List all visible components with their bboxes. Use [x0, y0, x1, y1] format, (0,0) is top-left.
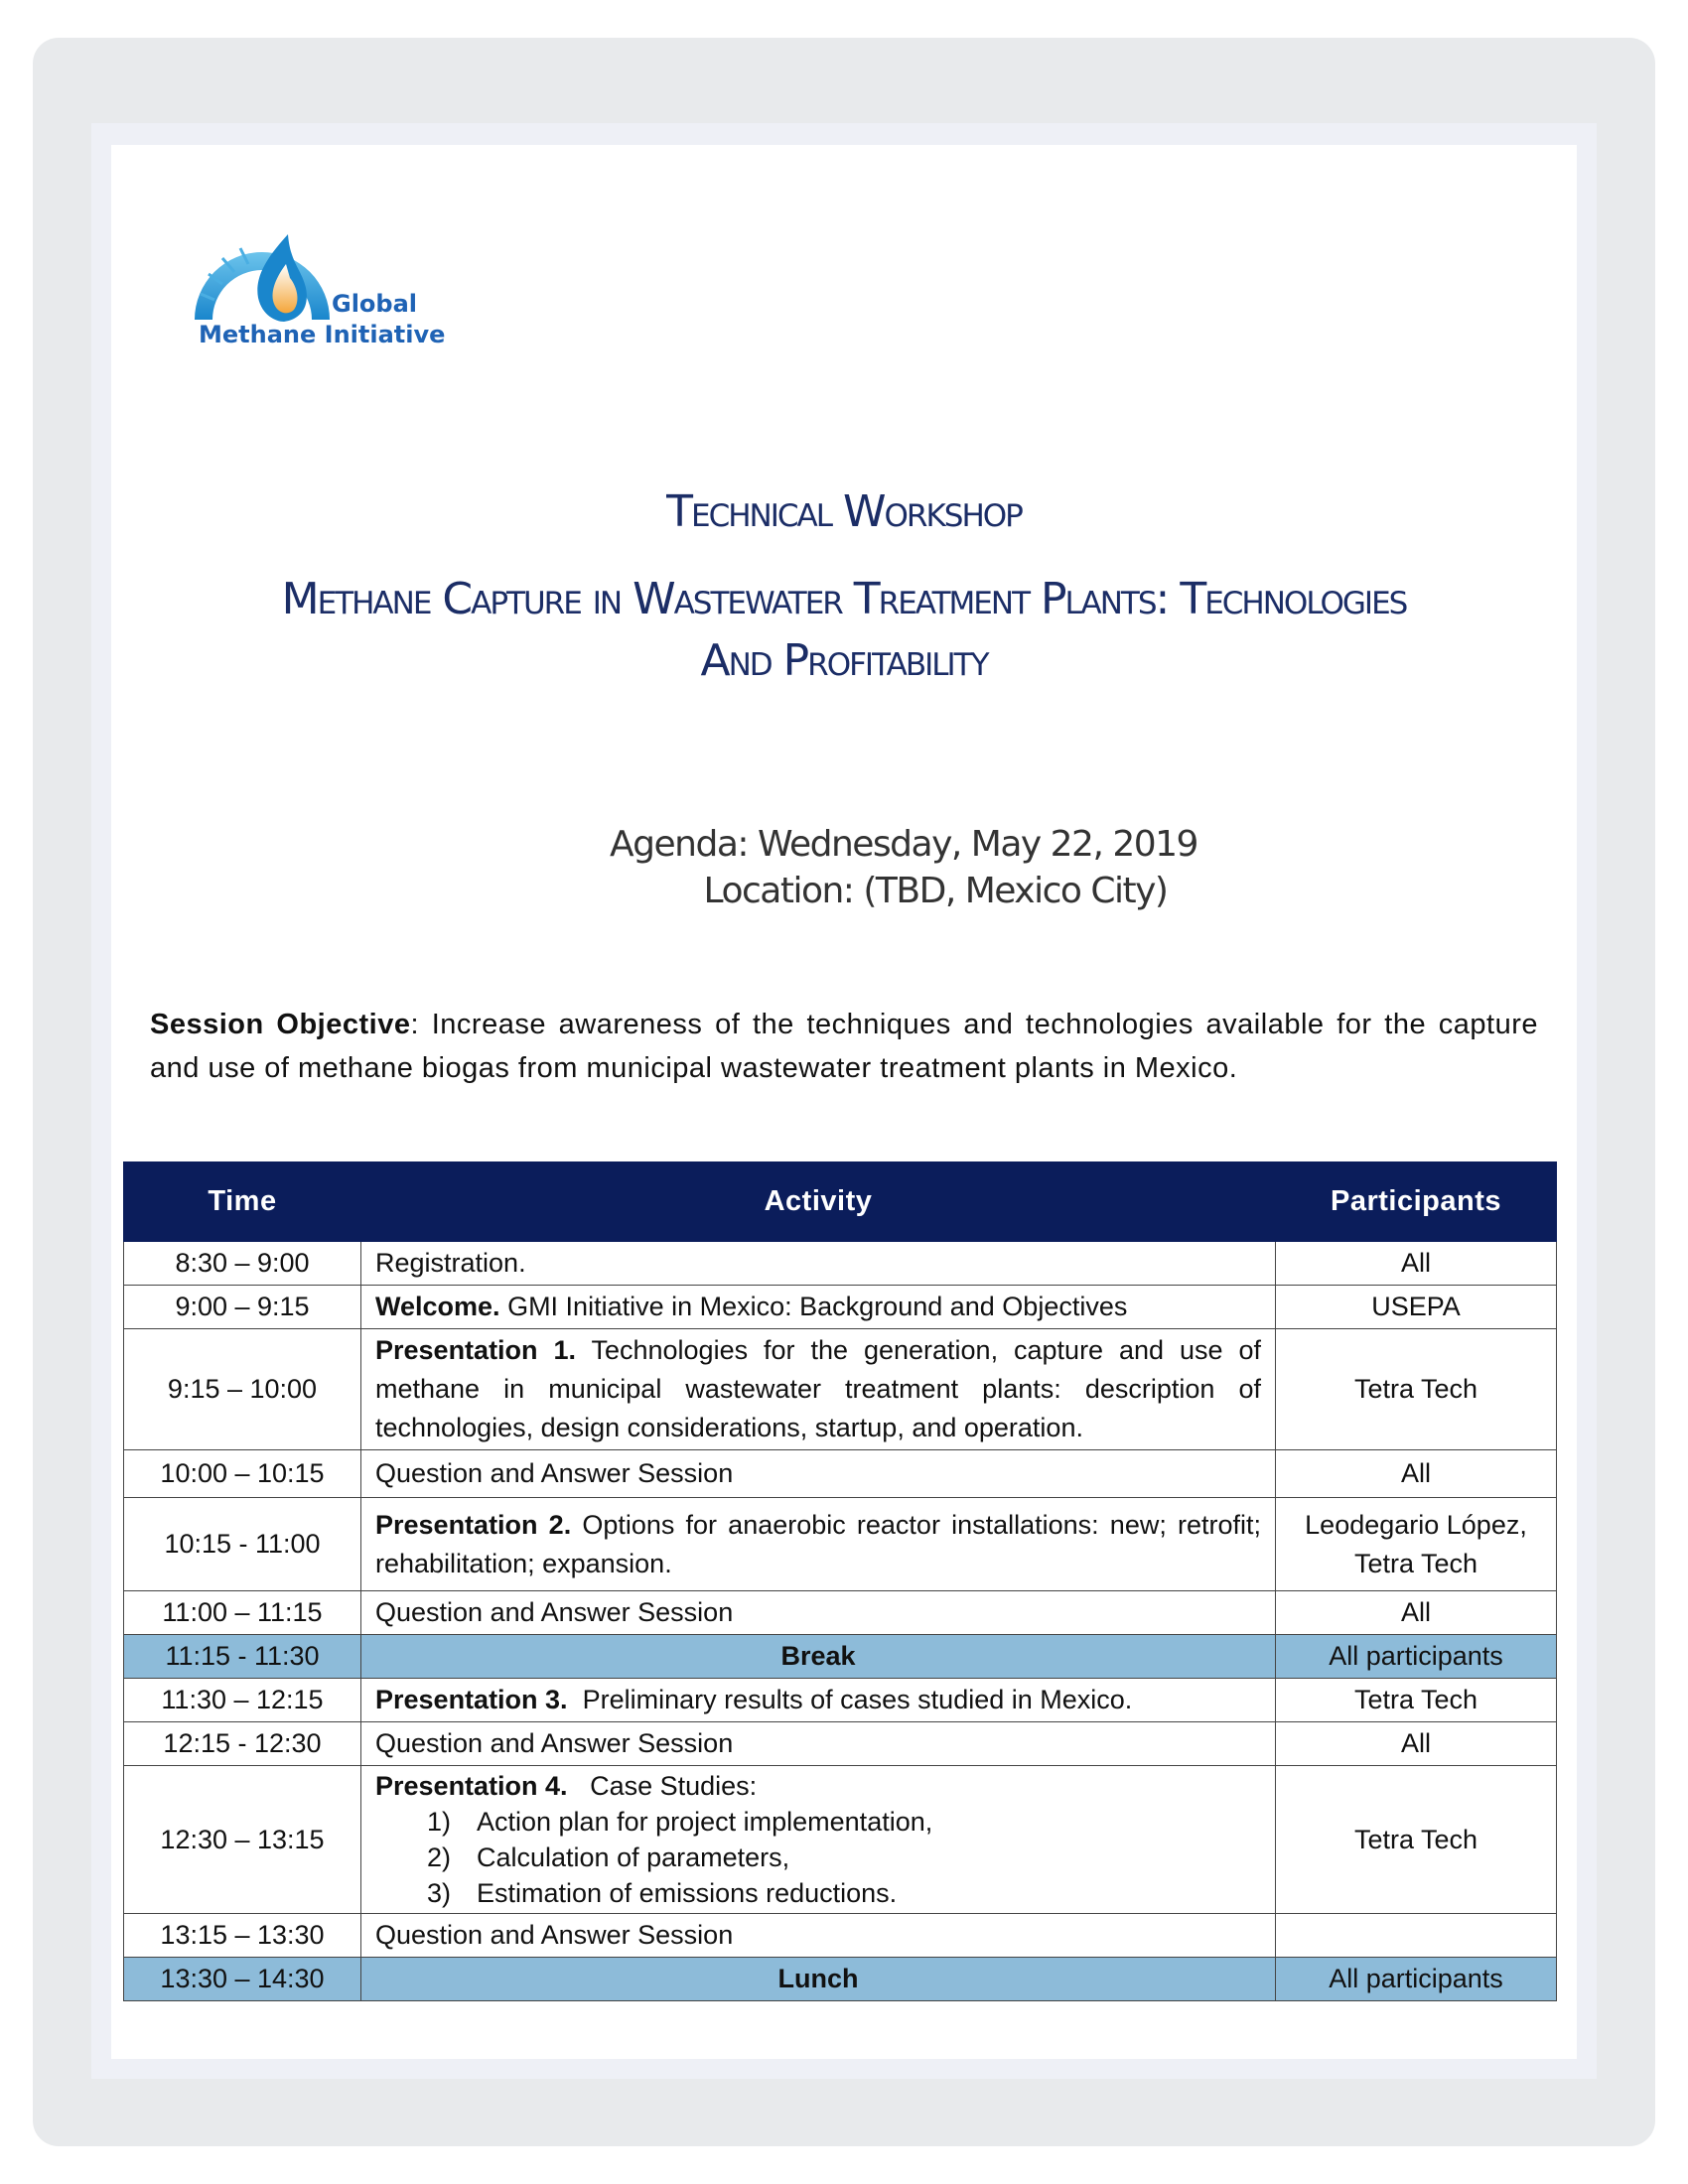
- table-row-lunch: 13:30 – 14:30 Lunch All participants: [123, 1957, 1557, 2001]
- row-time: 13:15 – 13:30: [123, 1913, 361, 1958]
- agenda-table: Time Activity Participants 8:30 – 9:00 R…: [123, 1161, 1557, 2001]
- row-participants: [1275, 1913, 1557, 1958]
- logo-text-global: Global: [332, 290, 418, 318]
- row-activity: Welcome. GMI Initiative in Mexico: Backg…: [360, 1285, 1276, 1329]
- session-objective-label: Session Objective: [150, 1009, 411, 1040]
- row-activity: Question and Answer Session: [360, 1721, 1276, 1766]
- table-row: 11:30 – 12:15 Presentation 3. Preliminar…: [123, 1678, 1557, 1722]
- row-activity: Question and Answer Session: [360, 1449, 1276, 1498]
- row-activity-label: Presentation 4.: [375, 1771, 568, 1801]
- row-time: 11:00 – 11:15: [123, 1590, 361, 1635]
- row-participants: All: [1275, 1721, 1557, 1766]
- row-time: 9:00 – 9:15: [123, 1285, 361, 1329]
- row-activity-text: Case Studies:: [567, 1771, 758, 1801]
- row-activity: Registration.: [360, 1241, 1276, 1286]
- row-participants: All: [1275, 1449, 1557, 1498]
- row-time: 12:30 – 13:15: [123, 1765, 361, 1914]
- row-activity-text: Preliminary results of cases studied in …: [567, 1685, 1133, 1714]
- row-time: 10:15 - 11:00: [123, 1497, 361, 1591]
- table-row: 12:30 – 13:15 Presentation 4. Case Studi…: [123, 1765, 1557, 1914]
- row-participants: USEPA: [1275, 1285, 1557, 1329]
- workshop-title: Technical Workshop: [666, 486, 1024, 537]
- header-activity: Activity: [360, 1161, 1276, 1242]
- row-participants: Tetra Tech: [1275, 1328, 1557, 1450]
- row-participants: All: [1275, 1590, 1557, 1635]
- row-activity: Presentation 4. Case Studies: 1) Action p…: [360, 1765, 1276, 1914]
- case-study-list: 1) Action plan for project implementation…: [375, 1804, 1261, 1911]
- row-time: 8:30 – 9:00: [123, 1241, 361, 1286]
- row-participants: Leodegario López, Tetra Tech: [1275, 1497, 1557, 1591]
- row-activity-label: Presentation 3.: [375, 1685, 568, 1714]
- table-header-row: Time Activity Participants: [123, 1161, 1557, 1242]
- table-row: 9:00 – 9:15 Welcome. GMI Initiative in M…: [123, 1285, 1557, 1329]
- row-activity: Presentation 2. Options for anaerobic re…: [360, 1497, 1276, 1591]
- row-time: 12:15 - 12:30: [123, 1721, 361, 1766]
- row-activity: Presentation 3. Preliminary results of c…: [360, 1678, 1276, 1722]
- list-item: 3) Estimation of emissions reductions.: [427, 1878, 898, 1908]
- row-time: 13:30 – 14:30: [123, 1957, 361, 2001]
- row-time: 10:00 – 10:15: [123, 1449, 361, 1498]
- row-time: 11:15 - 11:30: [123, 1634, 361, 1679]
- header-time: Time: [123, 1161, 361, 1242]
- row-activity-label: Welcome.: [375, 1292, 500, 1321]
- workshop-subtitle-line1: Methane Capture in Wastewater Treatment …: [281, 574, 1409, 624]
- table-row: 13:15 – 13:30 Question and Answer Sessio…: [123, 1913, 1557, 1958]
- row-time: 9:15 – 10:00: [123, 1328, 361, 1450]
- row-activity: Presentation 1. Technologies for the gen…: [360, 1328, 1276, 1450]
- row-participants: Tetra Tech: [1275, 1678, 1557, 1722]
- table-row: 10:00 – 10:15 Question and Answer Sessio…: [123, 1449, 1557, 1498]
- row-activity-label: Presentation 1.: [375, 1335, 577, 1365]
- list-item: 1) Action plan for project implementation…: [427, 1807, 933, 1837]
- list-item: 2) Calculation of parameters,: [427, 1843, 790, 1872]
- agenda-date: Agenda: Wednesday, May 22, 2019: [610, 824, 1198, 865]
- table-row: 9:15 – 10:00 Presentation 1. Technologie…: [123, 1328, 1557, 1450]
- row-activity-label: Presentation 2.: [375, 1509, 572, 1540]
- workshop-subtitle-line2: And Profitability: [700, 635, 989, 686]
- table-row-break: 11:15 - 11:30 Break All participants: [123, 1634, 1557, 1679]
- row-time: 11:30 – 12:15: [123, 1678, 361, 1722]
- row-activity: Lunch: [360, 1957, 1276, 2001]
- row-activity: Question and Answer Session: [360, 1590, 1276, 1635]
- agenda-location: Location: (TBD, Mexico City): [703, 871, 1169, 911]
- table-row: 12:15 - 12:30 Question and Answer Sessio…: [123, 1721, 1557, 1766]
- header-participants: Participants: [1275, 1161, 1557, 1242]
- logo-text-methane-initiative: Methane Initiative: [199, 321, 446, 348]
- row-activity: Break: [360, 1634, 1276, 1679]
- gmi-logo: Global Methane Initiative: [193, 224, 451, 353]
- table-row: 11:00 – 11:15 Question and Answer Sessio…: [123, 1590, 1557, 1635]
- session-objective: Session Objective: Increase awareness of…: [150, 1003, 1538, 1090]
- row-participants: All participants: [1275, 1634, 1557, 1679]
- row-participants: All: [1275, 1241, 1557, 1286]
- row-participants: All participants: [1275, 1957, 1557, 2001]
- row-participants: Tetra Tech: [1275, 1765, 1557, 1914]
- table-row: 8:30 – 9:00 Registration. All: [123, 1241, 1557, 1286]
- row-activity-text: GMI Initiative in Mexico: Background and…: [499, 1292, 1128, 1321]
- table-row: 10:15 - 11:00 Presentation 2. Options fo…: [123, 1497, 1557, 1591]
- row-activity: Question and Answer Session: [360, 1913, 1276, 1958]
